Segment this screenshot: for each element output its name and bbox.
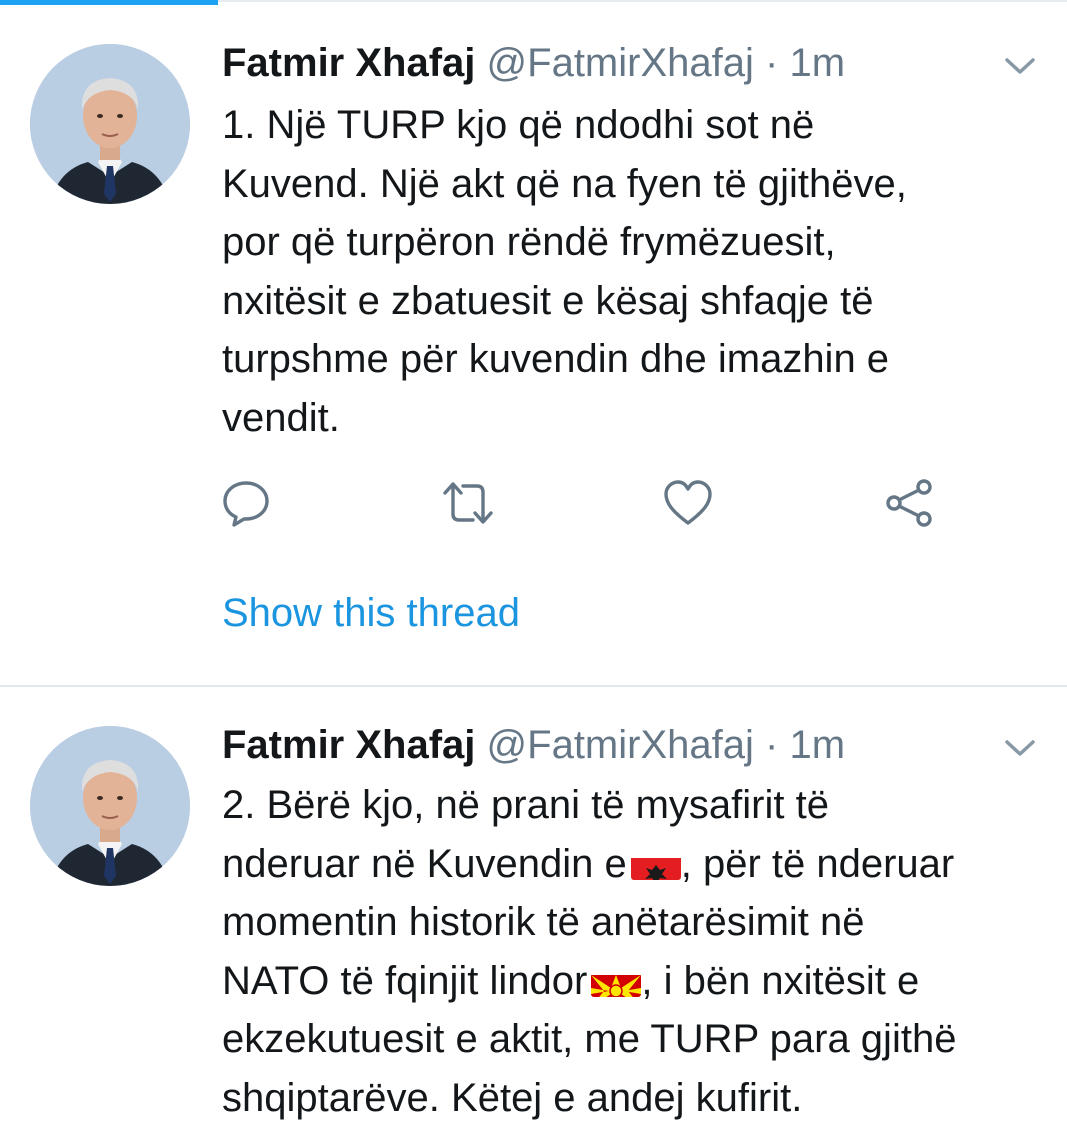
tweet-text-segment: , i bën nxitësit e <box>641 958 920 1003</box>
timestamp[interactable]: 1m <box>789 41 845 85</box>
chevron-down-icon[interactable] <box>1003 736 1037 760</box>
tweet-text-segment: , për të nderuar <box>680 841 955 886</box>
author-name[interactable]: Fatmir Xhafaj <box>222 41 475 85</box>
avatar[interactable] <box>30 726 190 886</box>
tweet-text: 2. Bërë kjo, në prani të mysafirit të nd… <box>222 776 1042 1127</box>
tweet-text-line: momentin historik të anëtarësimit në <box>222 900 865 944</box>
tweet-text-line: vendit. <box>222 395 340 440</box>
tweet-text-line: shqiptarëve. Këtej e andej kufirit. <box>222 1075 803 1120</box>
tweet-header: Fatmir Xhafaj @FatmirXhafaj · 1m <box>222 720 845 770</box>
reply-icon <box>223 481 269 527</box>
separator-dot: · <box>765 723 779 767</box>
separator-dot: · <box>765 41 779 85</box>
like-button[interactable] <box>662 478 714 528</box>
tweet-text-line: turpshme për kuvendin dhe imazhin e <box>222 337 890 381</box>
timestamp[interactable]: 1m <box>789 723 845 767</box>
tweet[interactable]: Fatmir Xhafaj @FatmirXhafaj · 1m 2. Bërë… <box>0 688 1067 1138</box>
avatar[interactable] <box>30 44 190 204</box>
author-name[interactable]: Fatmir Xhafaj <box>222 723 475 767</box>
tweet-text: 1. Një TURP kjo që ndodhi sot në Kuvend.… <box>222 96 1042 447</box>
author-handle[interactable]: @FatmirXhafaj <box>487 723 754 767</box>
author-handle[interactable]: @FatmirXhafaj <box>487 41 754 85</box>
tweet-text-line: NATO të fqinjit lindor , i bën nxitësit e <box>222 952 1042 1011</box>
tweet-text-line: nxitësit e zbatuesit e kësaj shfaqje të <box>222 278 874 323</box>
tweet-header: Fatmir Xhafaj @FatmirXhafaj · 1m <box>222 38 845 88</box>
share-icon <box>886 479 932 527</box>
retweet-button[interactable] <box>442 478 494 528</box>
tweet-actions <box>0 478 1067 528</box>
tweet-text-line: ekzekutuesit e aktit, me TURP para gjith… <box>222 1017 957 1061</box>
reply-button[interactable] <box>220 478 272 528</box>
retweet-icon <box>443 482 493 524</box>
tweet-text-line: por që turpëron rëndë frymëzuesit, <box>222 220 836 264</box>
show-thread-link[interactable]: Show this thread <box>222 588 520 638</box>
tweet-text-line: 1. Një TURP kjo që ndodhi sot në <box>222 103 815 147</box>
chevron-down-icon[interactable] <box>1003 54 1037 78</box>
albania-flag-emoji <box>630 848 681 880</box>
tweet-text-line: 2. Bërë kjo, në prani të mysafirit të <box>222 783 829 827</box>
tweet[interactable]: Fatmir Xhafaj @FatmirXhafaj · 1m 1. Një … <box>0 0 1067 686</box>
like-icon <box>664 480 712 525</box>
tweet-text-segment: nderuar në Kuvendin e <box>222 841 627 886</box>
tweet-divider <box>0 685 1067 687</box>
tweet-text-segment: NATO të fqinjit lindor <box>222 958 588 1003</box>
tweet-text-line: nderuar në Kuvendin e , për të nderuar <box>222 835 1042 894</box>
north-macedonia-flag-emoji <box>591 965 642 997</box>
tweet-text-line: Kuvend. Një akt që na fyen të gjithëve, <box>222 161 907 206</box>
share-button[interactable] <box>884 478 936 528</box>
